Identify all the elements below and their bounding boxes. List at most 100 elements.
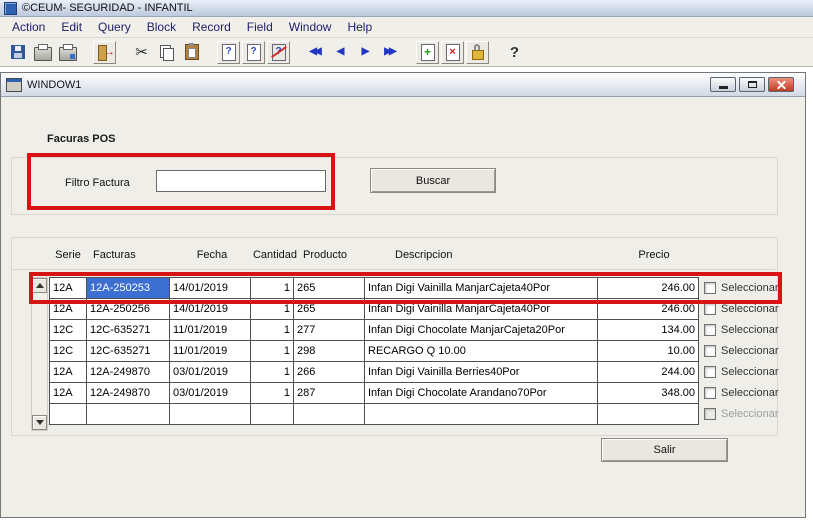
cancel-query-icon[interactable]: ? — [267, 40, 290, 64]
cell-producto[interactable] — [293, 403, 365, 425]
menu-item-record[interactable]: Record — [184, 18, 239, 36]
cell-cantidad[interactable]: 1 — [250, 298, 294, 320]
copy-icon[interactable] — [155, 41, 178, 64]
cell-factura[interactable]: 12C-635271 — [86, 319, 170, 341]
cell-factura[interactable]: 12A-250256 — [86, 298, 170, 320]
menu-item-window[interactable]: Window — [281, 18, 340, 36]
cell-descripcion[interactable]: Infan Digi Chocolate ManjarCajeta20Por — [364, 319, 598, 341]
filtro-factura-input[interactable] — [156, 170, 326, 192]
enter-query-icon[interactable]: ? — [217, 40, 240, 64]
cell-serie[interactable]: 12A — [49, 382, 87, 404]
cell-serie[interactable]: 12A — [49, 277, 87, 299]
cell-precio[interactable]: 244.00 — [597, 361, 699, 383]
cell-serie[interactable]: 12C — [49, 319, 87, 341]
menu-item-query[interactable]: Query — [90, 18, 139, 36]
cell-cantidad[interactable]: 1 — [250, 340, 294, 362]
seleccionar-checkbox[interactable] — [704, 366, 716, 378]
header-descripcion: Descripcion — [395, 249, 453, 261]
seleccionar-checkbox[interactable] — [704, 387, 716, 399]
execute-query-icon[interactable]: ? — [242, 40, 265, 64]
cell-serie[interactable]: 12A — [49, 361, 87, 383]
cell-descripcion[interactable]: Infan Digi Vainilla ManjarCajeta40Por — [364, 277, 598, 299]
cell-producto[interactable]: 266 — [293, 361, 365, 383]
save-icon[interactable] — [6, 41, 29, 64]
cell-producto[interactable]: 298 — [293, 340, 365, 362]
table-row: Seleccionar — [49, 403, 778, 425]
next-record-icon[interactable]: ▶ — [354, 41, 377, 64]
seleccionar-checkbox[interactable] — [704, 408, 716, 420]
cell-cantidad[interactable]: 1 — [250, 319, 294, 341]
scroll-down-button[interactable] — [32, 415, 47, 430]
app-titlebar[interactable]: ©CEUM- SEGURIDAD - INFANTIL — [0, 0, 813, 17]
cell-producto[interactable]: 277 — [293, 319, 365, 341]
delete-record-icon[interactable]: × — [441, 40, 464, 64]
buscar-button[interactable]: Buscar — [370, 168, 496, 193]
lock-record-icon[interactable] — [466, 40, 489, 64]
cell-serie[interactable] — [49, 403, 87, 425]
cell-cantidad[interactable]: 1 — [250, 361, 294, 383]
cell-fecha[interactable]: 11/01/2019 — [169, 319, 251, 341]
seleccionar-checkbox[interactable] — [704, 303, 716, 315]
cell-descripcion[interactable]: Infan Digi Vainilla Berries40Por — [364, 361, 598, 383]
cell-serie[interactable]: 12C — [49, 340, 87, 362]
help-icon[interactable]: ? — [503, 41, 526, 64]
cell-producto[interactable]: 265 — [293, 277, 365, 299]
menu-item-block[interactable]: Block — [139, 18, 184, 36]
maximize-button[interactable] — [739, 77, 765, 92]
copy-sheets-icon — [159, 44, 174, 61]
cell-factura[interactable]: 12A-250253 — [86, 277, 170, 299]
scroll-up-button[interactable] — [32, 278, 47, 293]
previous-record-icon[interactable]: ◀ — [329, 41, 352, 64]
cell-fecha[interactable] — [169, 403, 251, 425]
menu-item-help[interactable]: Help — [339, 18, 380, 36]
cell-precio[interactable]: 246.00 — [597, 298, 699, 320]
window1-titlebar[interactable]: WINDOW1 — [1, 73, 805, 97]
cell-fecha[interactable]: 03/01/2019 — [169, 382, 251, 404]
table-row: 12C 12C-635271 11/01/2019 1 298 RECARGO … — [49, 340, 778, 362]
close-button[interactable] — [768, 77, 794, 92]
minimize-button[interactable] — [710, 77, 736, 92]
double-left-arrow-icon: ◀◀ — [309, 46, 322, 57]
exit-icon[interactable]: → — [93, 40, 116, 64]
cell-cantidad[interactable]: 1 — [250, 277, 294, 299]
cell-producto[interactable]: 265 — [293, 298, 365, 320]
cell-precio[interactable] — [597, 403, 699, 425]
cell-precio[interactable]: 246.00 — [597, 277, 699, 299]
seleccionar-checkbox[interactable] — [704, 324, 716, 336]
cell-factura[interactable]: 12A-249870 — [86, 382, 170, 404]
menu-item-field[interactable]: Field — [239, 18, 281, 36]
cell-fecha[interactable]: 14/01/2019 — [169, 298, 251, 320]
cell-cantidad[interactable] — [250, 403, 294, 425]
print-preview-icon[interactable] — [56, 41, 79, 64]
cell-descripcion[interactable] — [364, 403, 598, 425]
cell-factura[interactable] — [86, 403, 170, 425]
cell-precio[interactable]: 348.00 — [597, 382, 699, 404]
cell-cantidad[interactable]: 1 — [250, 382, 294, 404]
record-scrollbar[interactable] — [31, 277, 48, 431]
cell-factura[interactable]: 12A-249870 — [86, 361, 170, 383]
last-record-icon[interactable]: ▶▶ — [379, 41, 402, 64]
salir-button[interactable]: Salir — [601, 438, 728, 462]
seleccionar-checkbox[interactable] — [704, 345, 716, 357]
cell-fecha[interactable]: 03/01/2019 — [169, 361, 251, 383]
cell-producto[interactable]: 287 — [293, 382, 365, 404]
insert-record-icon[interactable]: + — [416, 40, 439, 64]
seleccionar-checkbox[interactable] — [704, 282, 716, 294]
cell-precio[interactable]: 134.00 — [597, 319, 699, 341]
toolbar: → ✂ ? ? ? ◀◀ ◀ ▶ ▶▶ + × ? — [0, 38, 813, 67]
cell-fecha[interactable]: 14/01/2019 — [169, 277, 251, 299]
print-icon[interactable] — [31, 41, 54, 64]
first-record-icon[interactable]: ◀◀ — [304, 41, 327, 64]
cell-descripcion[interactable]: Infan Digi Vainilla ManjarCajeta40Por — [364, 298, 598, 320]
menu-item-edit[interactable]: Edit — [53, 18, 90, 36]
cell-descripcion[interactable]: RECARGO Q 10.00 — [364, 340, 598, 362]
cell-descripcion[interactable]: Infan Digi Chocolate Arandano70Por — [364, 382, 598, 404]
menu-item-action[interactable]: Action — [4, 18, 53, 36]
paste-icon[interactable] — [180, 41, 203, 64]
table-body: 12A 12A-250253 14/01/2019 1 265 Infan Di… — [49, 277, 778, 425]
cell-serie[interactable]: 12A — [49, 298, 87, 320]
cell-fecha[interactable]: 11/01/2019 — [169, 340, 251, 362]
cell-precio[interactable]: 10.00 — [597, 340, 699, 362]
cut-icon[interactable]: ✂ — [130, 41, 153, 64]
cell-factura[interactable]: 12C-635271 — [86, 340, 170, 362]
